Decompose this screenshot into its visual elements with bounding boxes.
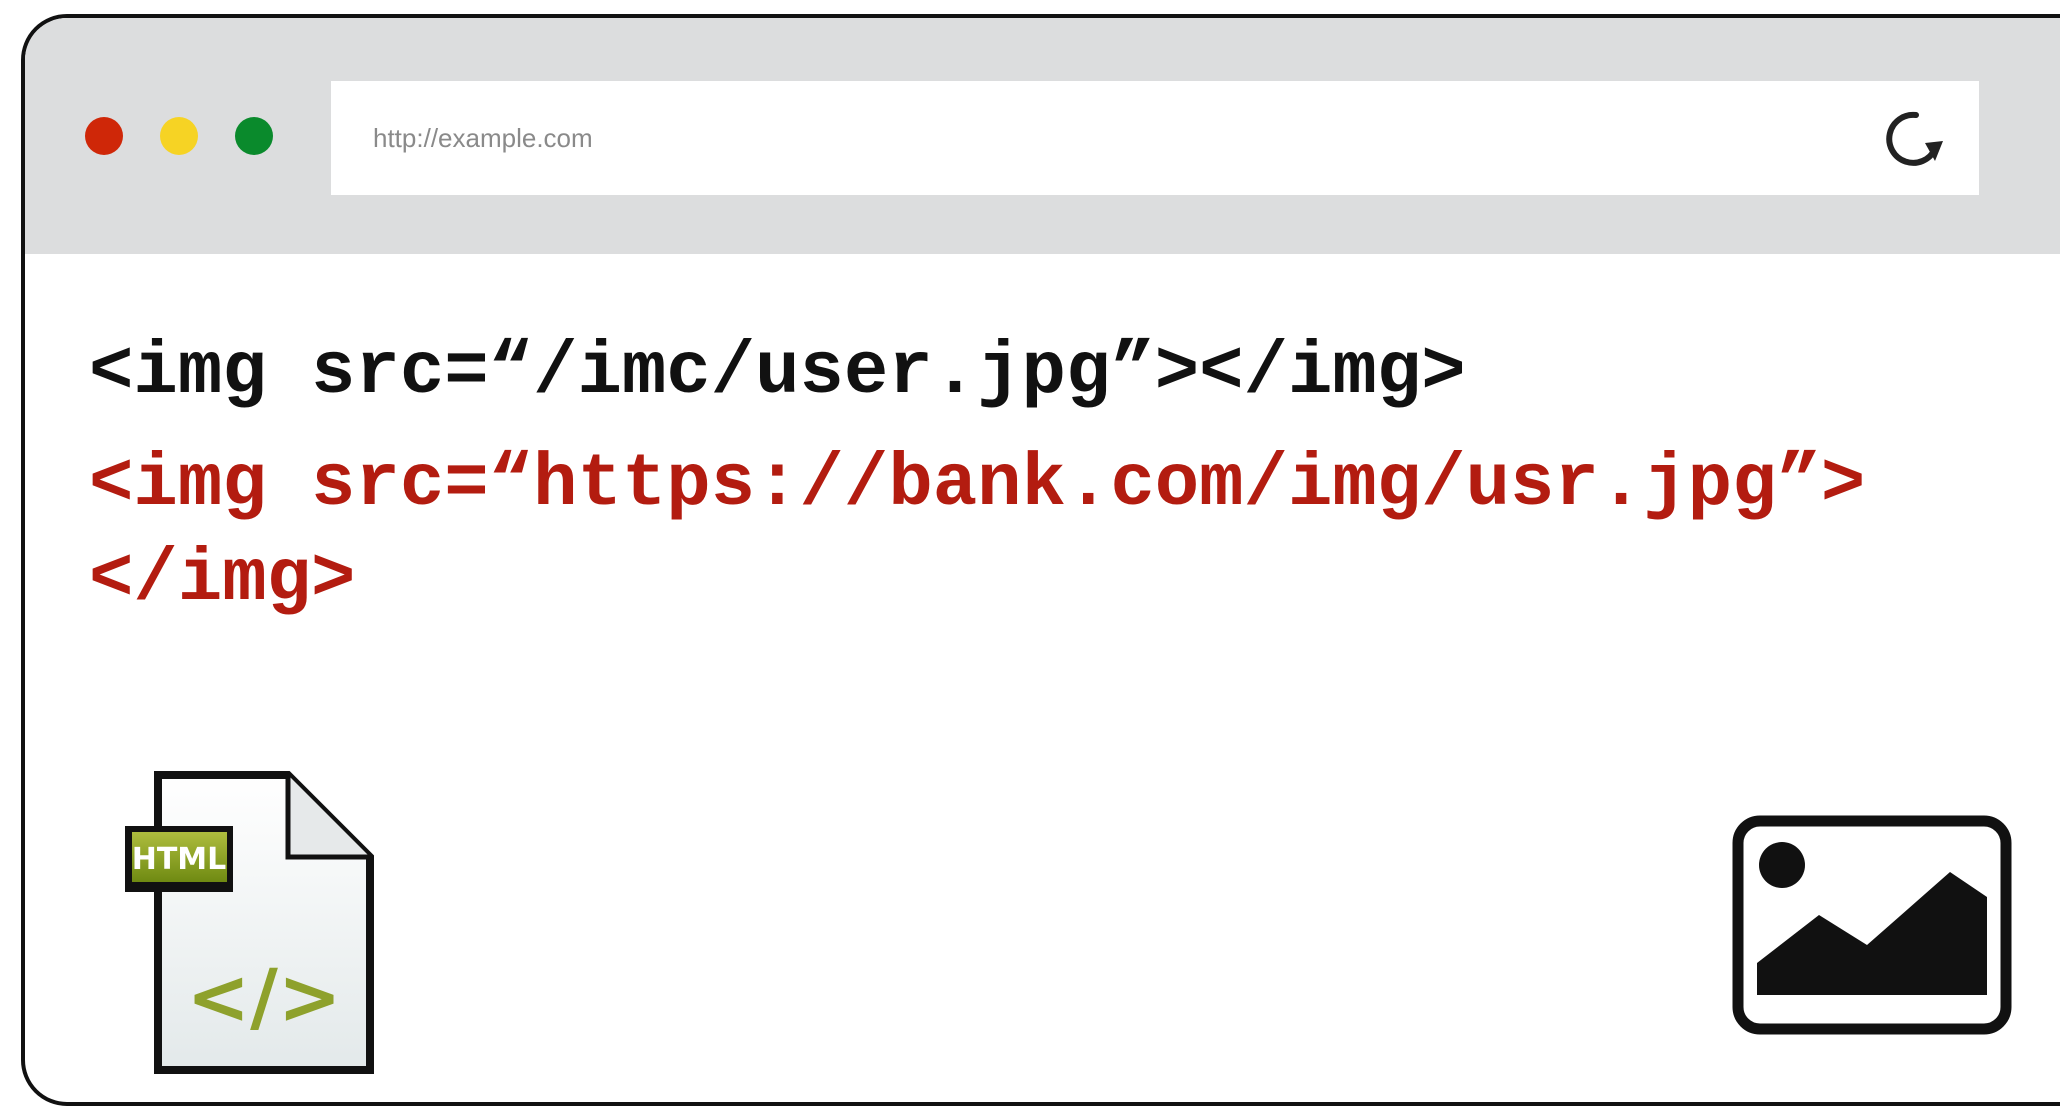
browser-titlebar: http://example.com: [25, 18, 2060, 254]
code-line-absolute-img: <img src=“https://bank.com/img/usr.jpg”>: [89, 443, 1866, 527]
html-glyph: </>: [186, 952, 341, 1041]
reload-icon[interactable]: [1881, 103, 1951, 173]
minimize-window-button[interactable]: [160, 117, 198, 155]
browser-window: http://example.com <img src=“/imc/user.j…: [21, 14, 2060, 1106]
image-icon: [1732, 815, 2012, 1035]
code-line-relative-img: <img src=“/imc/user.jpg”></img>: [89, 331, 1466, 415]
html-file-icon: HTML </>: [125, 771, 374, 1074]
address-bar-url[interactable]: http://example.com: [373, 81, 593, 195]
html-badge-label: HTML: [132, 842, 227, 877]
code-line-absolute-img-close: </img>: [89, 538, 356, 622]
close-window-button[interactable]: [85, 117, 123, 155]
maximize-window-button[interactable]: [235, 117, 273, 155]
address-bar[interactable]: http://example.com: [331, 81, 1979, 195]
